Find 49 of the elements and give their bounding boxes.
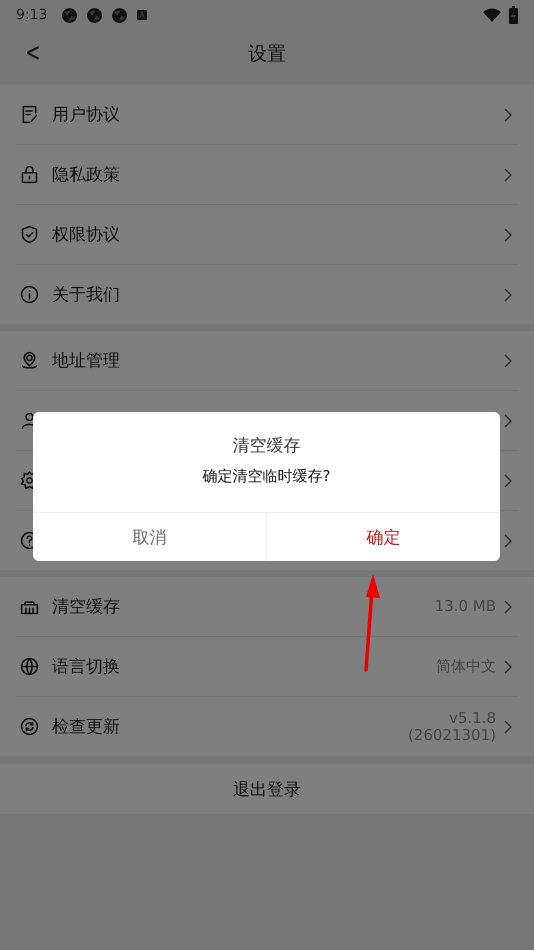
settings-row[interactable]: 权限协议 xyxy=(16,205,518,265)
keyboard-icon xyxy=(136,9,148,21)
battery-icon xyxy=(509,6,518,24)
row-label: 检查更新 xyxy=(52,716,120,738)
dialog-title: 清空缓存 xyxy=(232,435,302,457)
notification-icon xyxy=(86,6,104,24)
settings-row[interactable]: 语言切换 简体中文 xyxy=(16,637,518,697)
settings-row[interactable]: 关于我们 xyxy=(16,265,518,324)
notification-icon xyxy=(111,6,128,24)
logout-button[interactable]: 退出登录 xyxy=(0,764,534,814)
row-label: 权限协议 xyxy=(52,224,120,246)
row-label: 关于我们 xyxy=(52,284,120,306)
globe-icon xyxy=(19,656,40,677)
chevron-right-icon xyxy=(504,600,512,614)
page-title: 设置 xyxy=(248,42,286,67)
back-button[interactable]: < xyxy=(25,38,41,68)
chevron-right-icon xyxy=(504,414,512,428)
chevron-right-icon xyxy=(504,534,512,548)
chevron-right-icon xyxy=(504,168,512,182)
settings-row[interactable]: 检查更新 v5.1.8 (26021301) xyxy=(16,697,518,756)
location-pin-icon xyxy=(19,350,40,371)
row-label: 地址管理 xyxy=(52,350,120,372)
dialog-message: 确定清空临时缓存? xyxy=(202,467,332,486)
row-label: 清空缓存 xyxy=(52,596,120,618)
chevron-right-icon xyxy=(504,108,512,122)
chevron-right-icon xyxy=(504,474,512,488)
shield-check-icon xyxy=(19,224,40,245)
row-value: v5.1.8 (26021301) xyxy=(408,710,496,743)
row-label: 隐私政策 xyxy=(52,164,120,186)
chevron-right-icon xyxy=(504,720,512,734)
chevron-right-icon xyxy=(504,660,512,674)
notification-icon xyxy=(61,6,78,24)
chevron-right-icon xyxy=(504,228,512,242)
status-time: 9:13 xyxy=(16,7,48,23)
row-label: 用户协议 xyxy=(52,104,120,126)
settings-row[interactable]: 用户协议 xyxy=(16,85,518,145)
wifi-icon xyxy=(483,8,501,22)
confirm-button[interactable]: 确定 xyxy=(267,513,500,561)
refresh-icon xyxy=(19,716,40,737)
row-value: 13.0 MB xyxy=(434,598,496,615)
chevron-right-icon xyxy=(504,354,512,368)
settings-row[interactable]: 地址管理 xyxy=(16,331,518,391)
chevron-right-icon xyxy=(504,288,512,302)
settings-row[interactable]: 隐私政策 xyxy=(16,145,518,205)
cancel-button[interactable]: 取消 xyxy=(33,513,267,561)
lock-icon xyxy=(19,164,40,185)
row-value: 简体中文 xyxy=(436,658,496,675)
row-label: 语言切换 xyxy=(52,656,120,678)
info-icon xyxy=(19,284,40,305)
